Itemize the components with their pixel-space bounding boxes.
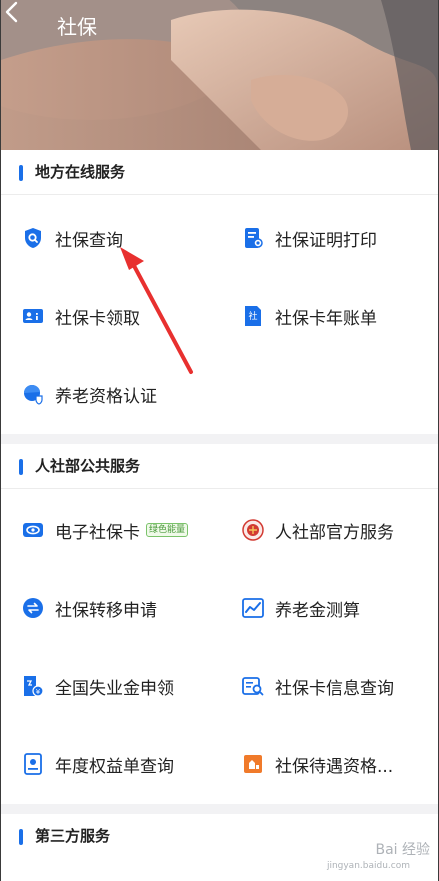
section-mohrss-public-services: 人社部公共服务 电子社保卡 绿色能量 人社部官方服务 社保转移申请 养老金测算 … — [1, 444, 438, 804]
chart-icon — [242, 598, 264, 618]
service-item-unemployment-claim[interactable]: ¥ 全国失业金申领 — [21, 666, 174, 706]
service-item-official-service[interactable]: 人社部官方服务 — [241, 510, 394, 550]
service-item-certificate-print[interactable]: 社保证明打印 — [241, 218, 377, 258]
section-header: 人社部公共服务 — [1, 444, 438, 489]
card-info-search-icon — [242, 677, 264, 696]
service-label: 社保卡年账单 — [275, 308, 377, 329]
section-header: 地方在线服务 — [1, 150, 438, 195]
service-item-card-info-query[interactable]: 社保卡信息查询 — [241, 666, 394, 706]
service-item-card-pickup[interactable]: 社保卡领取 — [21, 296, 140, 336]
section-title: 人社部公共服务 — [35, 457, 141, 475]
service-item-annual-rights-query[interactable]: 年度权益单查询 — [21, 744, 174, 784]
green-energy-badge: 绿色能量 — [146, 523, 189, 537]
unemployment-icon: ¥ — [24, 676, 44, 697]
pension-certify-icon — [24, 385, 43, 405]
section-header: 第三方服务 — [1, 814, 438, 858]
annual-bill-icon: 社 — [245, 306, 261, 326]
shield-search-icon — [25, 228, 41, 248]
transfer-icon — [23, 598, 43, 618]
service-label: 全国失业金申领 — [55, 678, 174, 699]
page-title: 社保 — [57, 15, 97, 39]
app-frame: 社保 地方在线服务 社保查询 社保证明打印 社保卡领取 社 社保卡年账单 养老资… — [0, 0, 439, 881]
section-accent-bar — [19, 459, 23, 475]
id-card-icon — [23, 309, 43, 323]
service-label: 社保证明打印 — [275, 230, 377, 251]
service-label: 社保卡信息查询 — [275, 678, 394, 699]
watermark-logo: Bai 经验 — [375, 842, 430, 858]
service-item-e-social-card[interactable]: 电子社保卡 绿色能量 — [21, 510, 189, 550]
e-card-icon — [23, 523, 43, 537]
official-emblem-icon — [242, 519, 264, 541]
rights-statement-icon — [24, 753, 42, 775]
service-label: 社保转移申请 — [55, 600, 157, 621]
hero-banner: 社保 — [1, 0, 438, 150]
certificate-print-icon — [245, 228, 263, 248]
svg-text:社: 社 — [248, 310, 257, 322]
section-accent-bar — [19, 165, 23, 181]
service-label: 养老金测算 — [275, 600, 360, 621]
service-item-social-security-query[interactable]: 社保查询 — [21, 218, 123, 258]
service-item-pension-calculation[interactable]: 养老金测算 — [241, 588, 360, 628]
section-local-services: 地方在线服务 社保查询 社保证明打印 社保卡领取 社 社保卡年账单 养老资格认证 — [1, 150, 438, 434]
service-label: 养老资格认证 — [55, 386, 157, 407]
service-label: 社保查询 — [55, 230, 123, 251]
service-item-transfer-application[interactable]: 社保转移申请 — [21, 588, 157, 628]
section-accent-bar — [19, 829, 23, 845]
service-item-pension-certification[interactable]: 养老资格认证 — [21, 374, 157, 414]
section-title: 地方在线服务 — [35, 163, 126, 181]
back-arrow-icon[interactable] — [1, 0, 25, 24]
service-label: 电子社保卡 — [55, 522, 140, 543]
watermark-url: jingyan.baidu.com — [326, 861, 410, 871]
service-label: 社保卡领取 — [55, 308, 140, 329]
service-label: 年度权益单查询 — [55, 756, 174, 777]
service-label: 社保待遇资格... — [275, 756, 394, 777]
benefit-qualification-icon — [244, 755, 262, 773]
service-item-annual-bill[interactable]: 社 社保卡年账单 — [241, 296, 377, 336]
svg-text:¥: ¥ — [36, 688, 41, 696]
section-title: 第三方服务 — [35, 827, 111, 845]
service-item-benefit-qualification[interactable]: 社保待遇资格... — [241, 744, 393, 784]
service-label: 人社部官方服务 — [275, 522, 394, 543]
